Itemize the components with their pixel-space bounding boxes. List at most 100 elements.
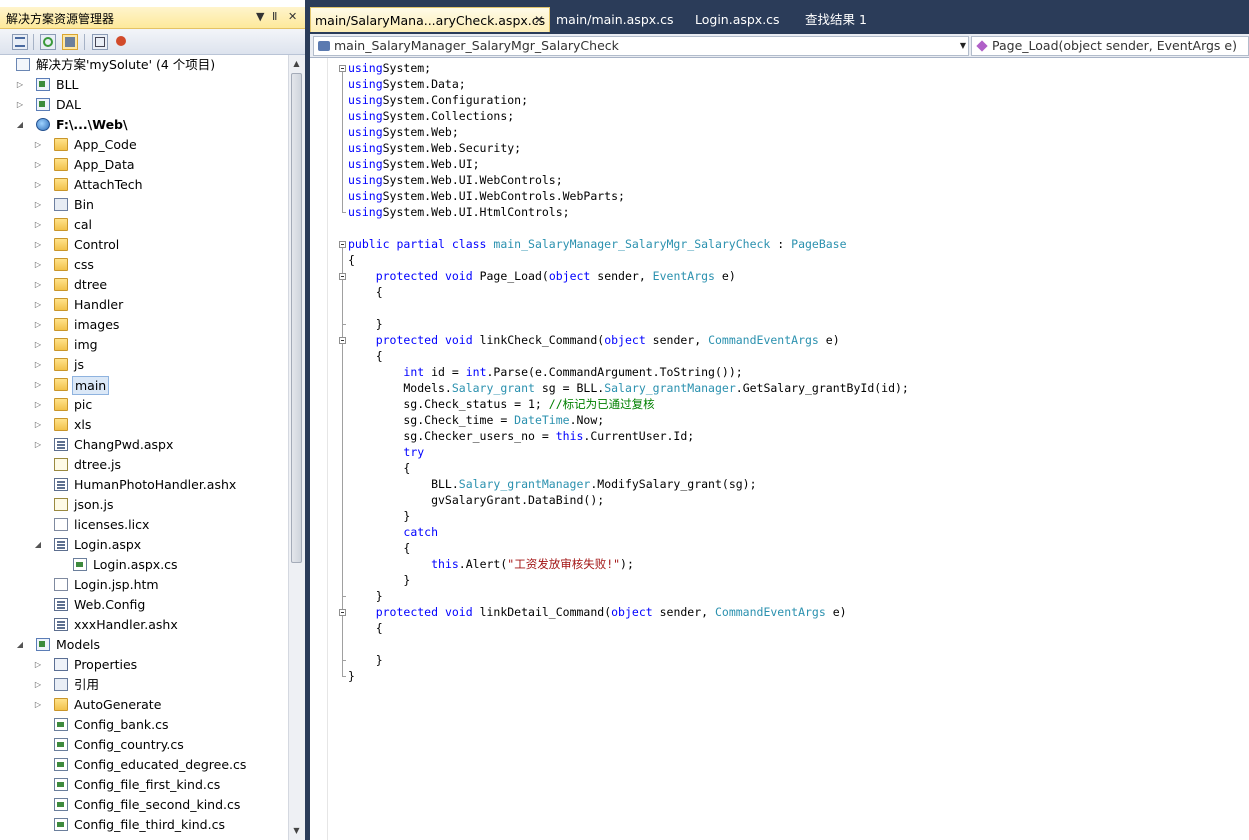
expand-arrow-icon[interactable]: ▷ xyxy=(33,295,43,315)
keyword-token: protected void xyxy=(375,269,473,283)
code-line[interactable]: usingSystem.Data; xyxy=(348,76,466,92)
view-code-icon[interactable] xyxy=(92,34,108,50)
expand-arrow-icon[interactable]: ▷ xyxy=(15,75,25,95)
keyword-token: protected void xyxy=(375,605,473,619)
close-icon[interactable]: ✕ xyxy=(288,10,297,23)
expand-arrow-icon[interactable]: ▷ xyxy=(33,355,43,375)
expand-arrow-icon[interactable]: ▷ xyxy=(33,435,43,455)
tab-main-aspx-cs[interactable]: main/main.aspx.cs xyxy=(556,7,674,32)
collapse-arrow-icon[interactable]: ◢ xyxy=(15,115,25,135)
expand-arrow-icon[interactable]: ▷ xyxy=(33,215,43,235)
tree-item-label: Models xyxy=(56,637,101,652)
code-line[interactable]: this.Alert("工资发放审核失败!"); xyxy=(348,556,634,572)
code-line[interactable]: usingSystem.Web.UI; xyxy=(348,156,480,172)
js-file-icon xyxy=(54,458,68,471)
code-line[interactable]: usingSystem; xyxy=(348,60,431,76)
code-line[interactable]: usingSystem.Configuration; xyxy=(348,92,528,108)
code-token: sg.Checker_users_no = xyxy=(348,429,556,443)
folder-icon xyxy=(54,298,68,311)
expand-arrow-icon[interactable]: ▷ xyxy=(33,415,43,435)
code-line[interactable]: { xyxy=(348,620,383,636)
expand-arrow-icon[interactable]: ▷ xyxy=(33,655,43,675)
expand-arrow-icon[interactable]: ▷ xyxy=(33,235,43,255)
code-line[interactable]: usingSystem.Collections; xyxy=(348,108,514,124)
code-line[interactable]: protected void linkDetail_Command(object… xyxy=(348,604,847,620)
type-token: CommandEventArgs xyxy=(714,605,826,619)
expand-arrow-icon[interactable]: ▷ xyxy=(33,675,43,695)
code-line[interactable]: { xyxy=(348,460,410,476)
code-line[interactable]: } xyxy=(348,668,355,684)
references-icon xyxy=(54,678,68,691)
collapse-region-icon[interactable] xyxy=(339,241,346,248)
tab-login-aspx-cs[interactable]: Login.aspx.cs xyxy=(695,7,780,32)
member-combo[interactable]: Page_Load(object sender, EventArgs e) xyxy=(971,36,1249,56)
code-editor[interactable]: usingSystem; usingSystem.Data; usingSystem… xyxy=(310,58,1249,840)
tree-item-label: licenses.licx xyxy=(74,517,150,532)
code-line[interactable]: catch xyxy=(348,524,438,540)
tab-salarycheck[interactable]: main/SalaryMana...aryCheck.aspx.cs ✕ xyxy=(310,7,550,32)
expand-arrow-icon[interactable]: ▷ xyxy=(33,275,43,295)
close-tab-icon[interactable]: ✕ xyxy=(534,8,544,33)
chevron-down-icon[interactable]: ▼ xyxy=(960,37,966,55)
tab-find-results[interactable]: 查找结果 1 xyxy=(805,7,867,32)
scroll-thumb[interactable] xyxy=(291,73,302,563)
expand-arrow-icon[interactable]: ▷ xyxy=(33,135,43,155)
code-line[interactable]: { xyxy=(348,284,383,300)
code-line[interactable]: protected void Page_Load(object sender, … xyxy=(348,268,736,284)
code-line[interactable]: } xyxy=(348,572,410,588)
code-line[interactable]: int id = int.Parse(e.CommandArgument.ToS… xyxy=(348,364,742,380)
expand-arrow-icon[interactable]: ▷ xyxy=(33,195,43,215)
code-line[interactable]: } xyxy=(348,316,383,332)
collapse-arrow-icon[interactable]: ◢ xyxy=(33,535,43,555)
expand-arrow-icon[interactable]: ▷ xyxy=(33,335,43,355)
code-line[interactable]: { xyxy=(348,252,355,268)
expand-arrow-icon[interactable]: ▷ xyxy=(33,255,43,275)
expand-arrow-icon[interactable]: ▷ xyxy=(33,155,43,175)
pin-icon[interactable]: Ⅱ xyxy=(272,10,277,23)
collapse-region-icon[interactable] xyxy=(339,609,346,616)
code-line[interactable]: protected void linkCheck_Command(object … xyxy=(348,332,840,348)
code-line[interactable]: usingSystem.Web.Security; xyxy=(348,140,521,156)
refresh-icon[interactable] xyxy=(40,34,56,50)
properties-icon[interactable] xyxy=(12,34,28,50)
code-line[interactable]: sg.Check_status = 1; //标记为已通过复核 xyxy=(348,396,654,412)
code-line[interactable]: { xyxy=(348,540,410,556)
code-line[interactable]: BLL.Salary_grantManager.ModifySalary_gra… xyxy=(348,476,756,492)
expand-arrow-icon[interactable]: ▷ xyxy=(33,395,43,415)
expand-arrow-icon[interactable]: ▷ xyxy=(33,315,43,335)
code-line[interactable]: sg.Check_time = DateTime.Now; xyxy=(348,412,604,428)
expand-arrow-icon[interactable]: ▷ xyxy=(15,95,25,115)
collapse-region-icon[interactable] xyxy=(339,65,346,72)
folder-icon xyxy=(54,258,68,271)
code-line[interactable]: gvSalaryGrant.DataBind(); xyxy=(348,492,604,508)
collapse-region-icon[interactable] xyxy=(339,273,346,280)
outline-line xyxy=(342,72,343,212)
expand-arrow-icon[interactable]: ▷ xyxy=(33,175,43,195)
collapse-region-icon[interactable] xyxy=(339,337,346,344)
code-line[interactable]: Models.Salary_grant sg = BLL.Salary_gran… xyxy=(348,380,908,396)
collapse-arrow-icon[interactable]: ◢ xyxy=(15,635,25,655)
dropdown-icon[interactable]: ▼ xyxy=(256,10,264,23)
scroll-up-icon[interactable]: ▲ xyxy=(289,57,304,71)
code-line[interactable]: usingSystem.Web.UI.HtmlControls; xyxy=(348,204,570,220)
class-combo[interactable]: main_SalaryManager_SalaryMgr_SalaryCheck… xyxy=(313,36,969,56)
code-token: System; xyxy=(382,61,432,75)
code-line[interactable]: public partial class main_SalaryManager_… xyxy=(348,236,847,252)
code-line[interactable]: usingSystem.Web.UI.WebControls; xyxy=(348,172,563,188)
code-line[interactable]: } xyxy=(348,588,383,604)
scroll-down-icon[interactable]: ▼ xyxy=(289,824,304,838)
code-line[interactable]: } xyxy=(348,508,410,524)
code-line[interactable]: { xyxy=(348,348,383,364)
code-line[interactable]: usingSystem.Web; xyxy=(348,124,459,140)
show-all-files-icon[interactable] xyxy=(62,34,78,50)
view-designer-icon[interactable] xyxy=(114,34,130,50)
expand-arrow-icon[interactable]: ▷ xyxy=(33,695,43,715)
code-line[interactable]: usingSystem.Web.UI.WebControls.WebParts; xyxy=(348,188,625,204)
code-token: System.Web.UI.WebControls.WebParts; xyxy=(382,189,625,203)
expand-arrow-icon[interactable]: ▷ xyxy=(33,375,43,395)
code-line[interactable]: sg.Checker_users_no = this.CurrentUser.I… xyxy=(348,428,694,444)
code-line[interactable]: try xyxy=(348,444,424,460)
code-line[interactable]: } xyxy=(348,652,383,668)
solution-explorer-scrollbar[interactable]: ▲ ▼ xyxy=(288,55,305,840)
